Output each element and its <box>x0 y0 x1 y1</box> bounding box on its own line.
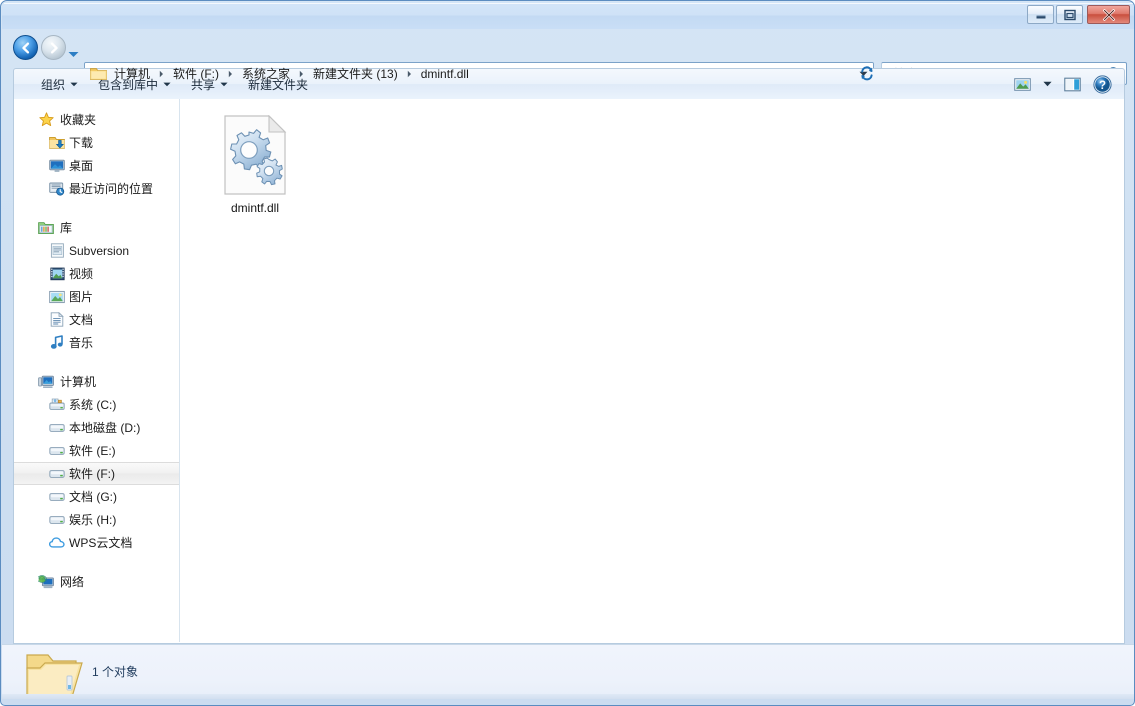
forward-arrow-icon <box>50 42 58 53</box>
computer-icon <box>38 374 54 390</box>
system-drive-icon <box>49 397 65 413</box>
breadcrumb-item-3[interactable]: 新建文件夹 (13) <box>308 63 403 84</box>
chevron-right-icon <box>299 70 304 77</box>
title-bar[interactable] <box>2 2 1134 29</box>
library-icon <box>38 220 54 236</box>
drive-icon <box>49 420 65 436</box>
navigation-pane[interactable]: 收藏夹 下载 桌面 最近访问的位置 库 Subversion 视频 图片 文档 … <box>14 99 179 642</box>
sidebar-item-drive-c[interactable]: 系统 (C:) <box>14 393 179 416</box>
chevron-right-icon <box>159 70 164 77</box>
cloud-icon <box>49 535 65 551</box>
folder-icon <box>90 68 107 80</box>
chevron-down-icon <box>1042 81 1052 87</box>
desktop-icon <box>49 158 65 174</box>
maximize-button[interactable] <box>1056 5 1083 24</box>
sidebar-item-music[interactable]: 音乐 <box>14 331 179 354</box>
sidebar-header-network[interactable]: 网络 <box>14 570 179 593</box>
nav-group-computer: 计算机 系统 (C:) 本地磁盘 (D:) 软件 (E:) 软件 (F:) 文档… <box>14 370 179 554</box>
sidebar-item-downloads[interactable]: 下载 <box>14 131 179 154</box>
file-list-pane[interactable]: dmintf.dll <box>180 99 1124 642</box>
nav-group-favorites: 收藏夹 下载 桌面 最近访问的位置 <box>14 108 179 200</box>
sidebar-item-documents[interactable]: 文档 <box>14 308 179 331</box>
chevron-down-icon <box>68 52 79 57</box>
breadcrumb-item-1[interactable]: 软件 (F:) <box>168 63 224 84</box>
network-icon <box>38 574 54 590</box>
status-bar: 1 个对象 <box>2 644 1134 699</box>
recent-pages-button[interactable] <box>68 45 79 57</box>
pictures-icon <box>49 289 65 305</box>
downloads-icon <box>49 135 65 151</box>
breadcrumb-item-4[interactable]: dmintf.dll <box>416 65 474 83</box>
nav-group-libraries: 库 Subversion 视频 图片 文档 音乐 <box>14 216 179 354</box>
sidebar-item-subversion[interactable]: Subversion <box>14 239 179 262</box>
sidebar-gap-2 <box>14 354 179 370</box>
view-layout-icon[interactable] <box>1008 73 1036 95</box>
toolbar-right-group: ? <box>1008 73 1124 95</box>
drive-icon <box>49 466 65 482</box>
close-icon <box>1102 8 1115 21</box>
svg-text:?: ? <box>1098 80 1105 92</box>
sidebar-item-drive-g[interactable]: 文档 (G:) <box>14 485 179 508</box>
back-button[interactable] <box>13 35 38 60</box>
sidebar-header-favorites[interactable]: 收藏夹 <box>14 108 179 131</box>
maximize-icon <box>1063 9 1076 20</box>
toolbar-item-organize-label: 组织 <box>41 77 66 92</box>
sidebar-gap-3 <box>14 554 179 570</box>
recent-places-icon <box>49 181 65 197</box>
status-bar-text: 1 个对象 <box>92 665 139 679</box>
file-item-label: dmintf.dll <box>230 201 280 215</box>
sidebar-item-drive-h[interactable]: 娱乐 (H:) <box>14 508 179 531</box>
library-folder-icon <box>49 243 65 259</box>
drive-icon <box>49 489 65 505</box>
sidebar-item-pictures[interactable]: 图片 <box>14 285 179 308</box>
chevron-down-icon <box>70 82 78 86</box>
preview-pane-icon[interactable] <box>1058 73 1086 95</box>
star-icon <box>38 112 54 128</box>
navigation-bar: 计算机 软件 (F:) 系统之家 新建文件夹 (13) dmintf.dll <box>2 29 1134 85</box>
forward-button[interactable] <box>41 35 66 60</box>
main-body: 收藏夹 下载 桌面 最近访问的位置 库 Subversion 视频 图片 文档 … <box>13 99 1125 644</box>
close-button[interactable] <box>1087 5 1130 24</box>
sidebar-gap-1 <box>14 200 179 216</box>
dll-gears-icon <box>223 114 287 195</box>
videos-icon <box>49 266 65 282</box>
breadcrumb-item-0[interactable]: 计算机 <box>109 63 155 84</box>
statusbar-bottom-edge <box>2 694 1134 699</box>
back-arrow-icon <box>21 42 29 53</box>
breadcrumb-separator-2[interactable] <box>295 70 308 78</box>
help-icon[interactable]: ? <box>1088 73 1116 95</box>
sidebar-item-videos[interactable]: 视频 <box>14 262 179 285</box>
explorer-window: 计算机 软件 (F:) 系统之家 新建文件夹 (13) dmintf.dll 搜… <box>0 0 1135 706</box>
sidebar-item-drive-d[interactable]: 本地磁盘 (D:) <box>14 416 179 439</box>
breadcrumb-separator-0[interactable] <box>155 70 168 78</box>
breadcrumb-separator-3[interactable] <box>403 70 416 78</box>
chevron-right-icon <box>407 70 411 77</box>
nav-group-network: 网络 <box>14 570 179 593</box>
sidebar-item-drive-e[interactable]: 软件 (E:) <box>14 439 179 462</box>
sidebar-item-drive-f[interactable]: 软件 (F:) <box>14 462 179 485</box>
minimize-icon <box>1036 15 1045 18</box>
toolbar-item-organize[interactable]: 组织 <box>32 73 87 95</box>
file-item[interactable]: dmintf.dll <box>202 109 308 215</box>
sidebar-item-recent-places[interactable]: 最近访问的位置 <box>14 177 179 200</box>
sidebar-item-desktop[interactable]: 桌面 <box>14 154 179 177</box>
titlebar-highlight <box>4 3 1133 4</box>
drive-icon <box>49 443 65 459</box>
sidebar-item-wps-cloud[interactable]: WPS云文档 <box>14 531 179 554</box>
refresh-icon <box>861 66 873 81</box>
drive-icon <box>49 512 65 528</box>
music-icon <box>49 335 65 351</box>
documents-icon <box>49 312 65 328</box>
sidebar-header-libraries[interactable]: 库 <box>14 216 179 239</box>
view-layout-dropdown[interactable] <box>1038 73 1056 95</box>
sidebar-header-computer[interactable]: 计算机 <box>14 370 179 393</box>
breadcrumb-separator-1[interactable] <box>224 70 237 78</box>
file-grid: dmintf.dll <box>180 99 1124 215</box>
chevron-right-icon <box>228 70 233 77</box>
minimize-button[interactable] <box>1027 5 1054 24</box>
refresh-button[interactable] <box>857 63 877 84</box>
breadcrumb-item-2[interactable]: 系统之家 <box>237 63 295 84</box>
